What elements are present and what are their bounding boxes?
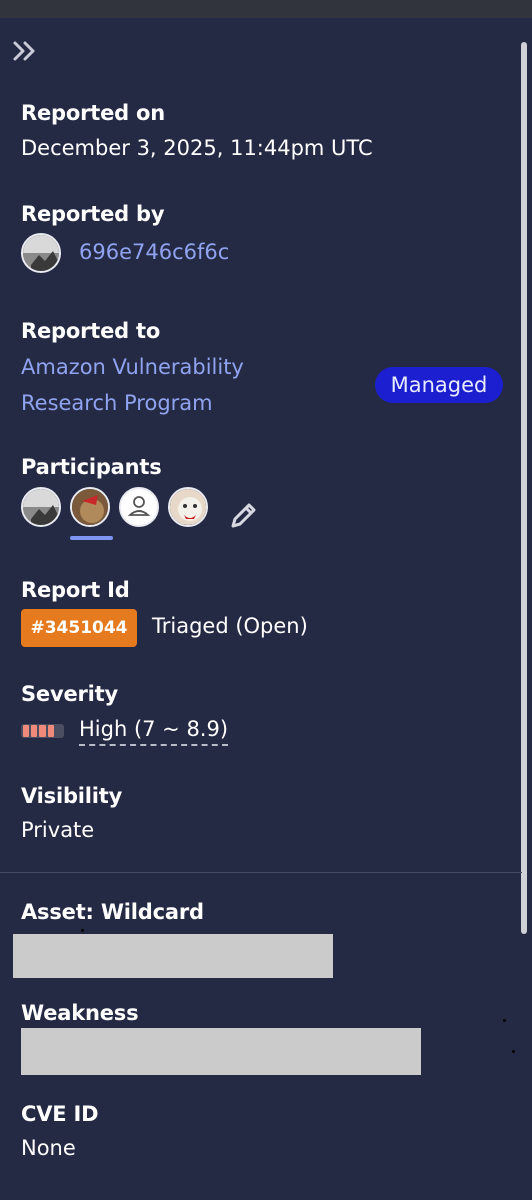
- participant-avatar[interactable]: [70, 487, 110, 527]
- report-id-badge[interactable]: #3451044: [21, 609, 137, 647]
- severity-label: Severity: [21, 682, 118, 706]
- scrollbar[interactable]: [518, 18, 532, 1200]
- asset-label: Asset: Wildcard: [21, 900, 204, 924]
- participants-label: Participants: [21, 455, 162, 479]
- participant-avatar[interactable]: [119, 487, 159, 527]
- active-participant-indicator: [70, 536, 113, 540]
- visibility-label: Visibility: [21, 784, 123, 808]
- reported-on-label: Reported on: [21, 101, 166, 125]
- top-bar: [0, 0, 532, 18]
- reporter-username-link[interactable]: 696e746c6f6c: [79, 240, 229, 264]
- cve-id-label: CVE ID: [21, 1102, 99, 1126]
- user-placeholder-icon: [127, 496, 151, 516]
- participant-avatar[interactable]: [21, 487, 61, 527]
- severity-meter: [21, 724, 64, 738]
- section-divider: [0, 872, 522, 873]
- report-id-label: Report Id: [21, 578, 130, 602]
- weakness-label: Weakness: [21, 1001, 139, 1025]
- asset-value-redacted: [13, 934, 333, 978]
- scrollbar-thumb[interactable]: [521, 42, 527, 934]
- reporter-avatar[interactable]: [21, 233, 61, 273]
- pencil-edit-icon[interactable]: [229, 500, 259, 530]
- weakness-value-redacted: [21, 1028, 421, 1075]
- severity-value[interactable]: High (7 ~ 8.9): [79, 716, 229, 746]
- participant-avatar[interactable]: [168, 487, 208, 527]
- program-link-line1[interactable]: Amazon Vulnerability: [21, 355, 244, 379]
- speck: [512, 1050, 515, 1053]
- reported-on-value: December 3, 2025, 11:44pm UTC: [21, 136, 373, 160]
- speck: [81, 929, 84, 932]
- reported-by-label: Reported by: [21, 202, 165, 226]
- visibility-value: Private: [21, 818, 95, 842]
- speck: [503, 1019, 506, 1022]
- report-status: Triaged (Open): [152, 614, 308, 638]
- managed-badge: Managed: [375, 367, 503, 403]
- collapse-sidebar-icon[interactable]: [12, 40, 40, 62]
- cve-id-value: None: [21, 1136, 76, 1160]
- reported-to-label: Reported to: [21, 319, 161, 343]
- program-link-line2[interactable]: Research Program: [21, 391, 213, 415]
